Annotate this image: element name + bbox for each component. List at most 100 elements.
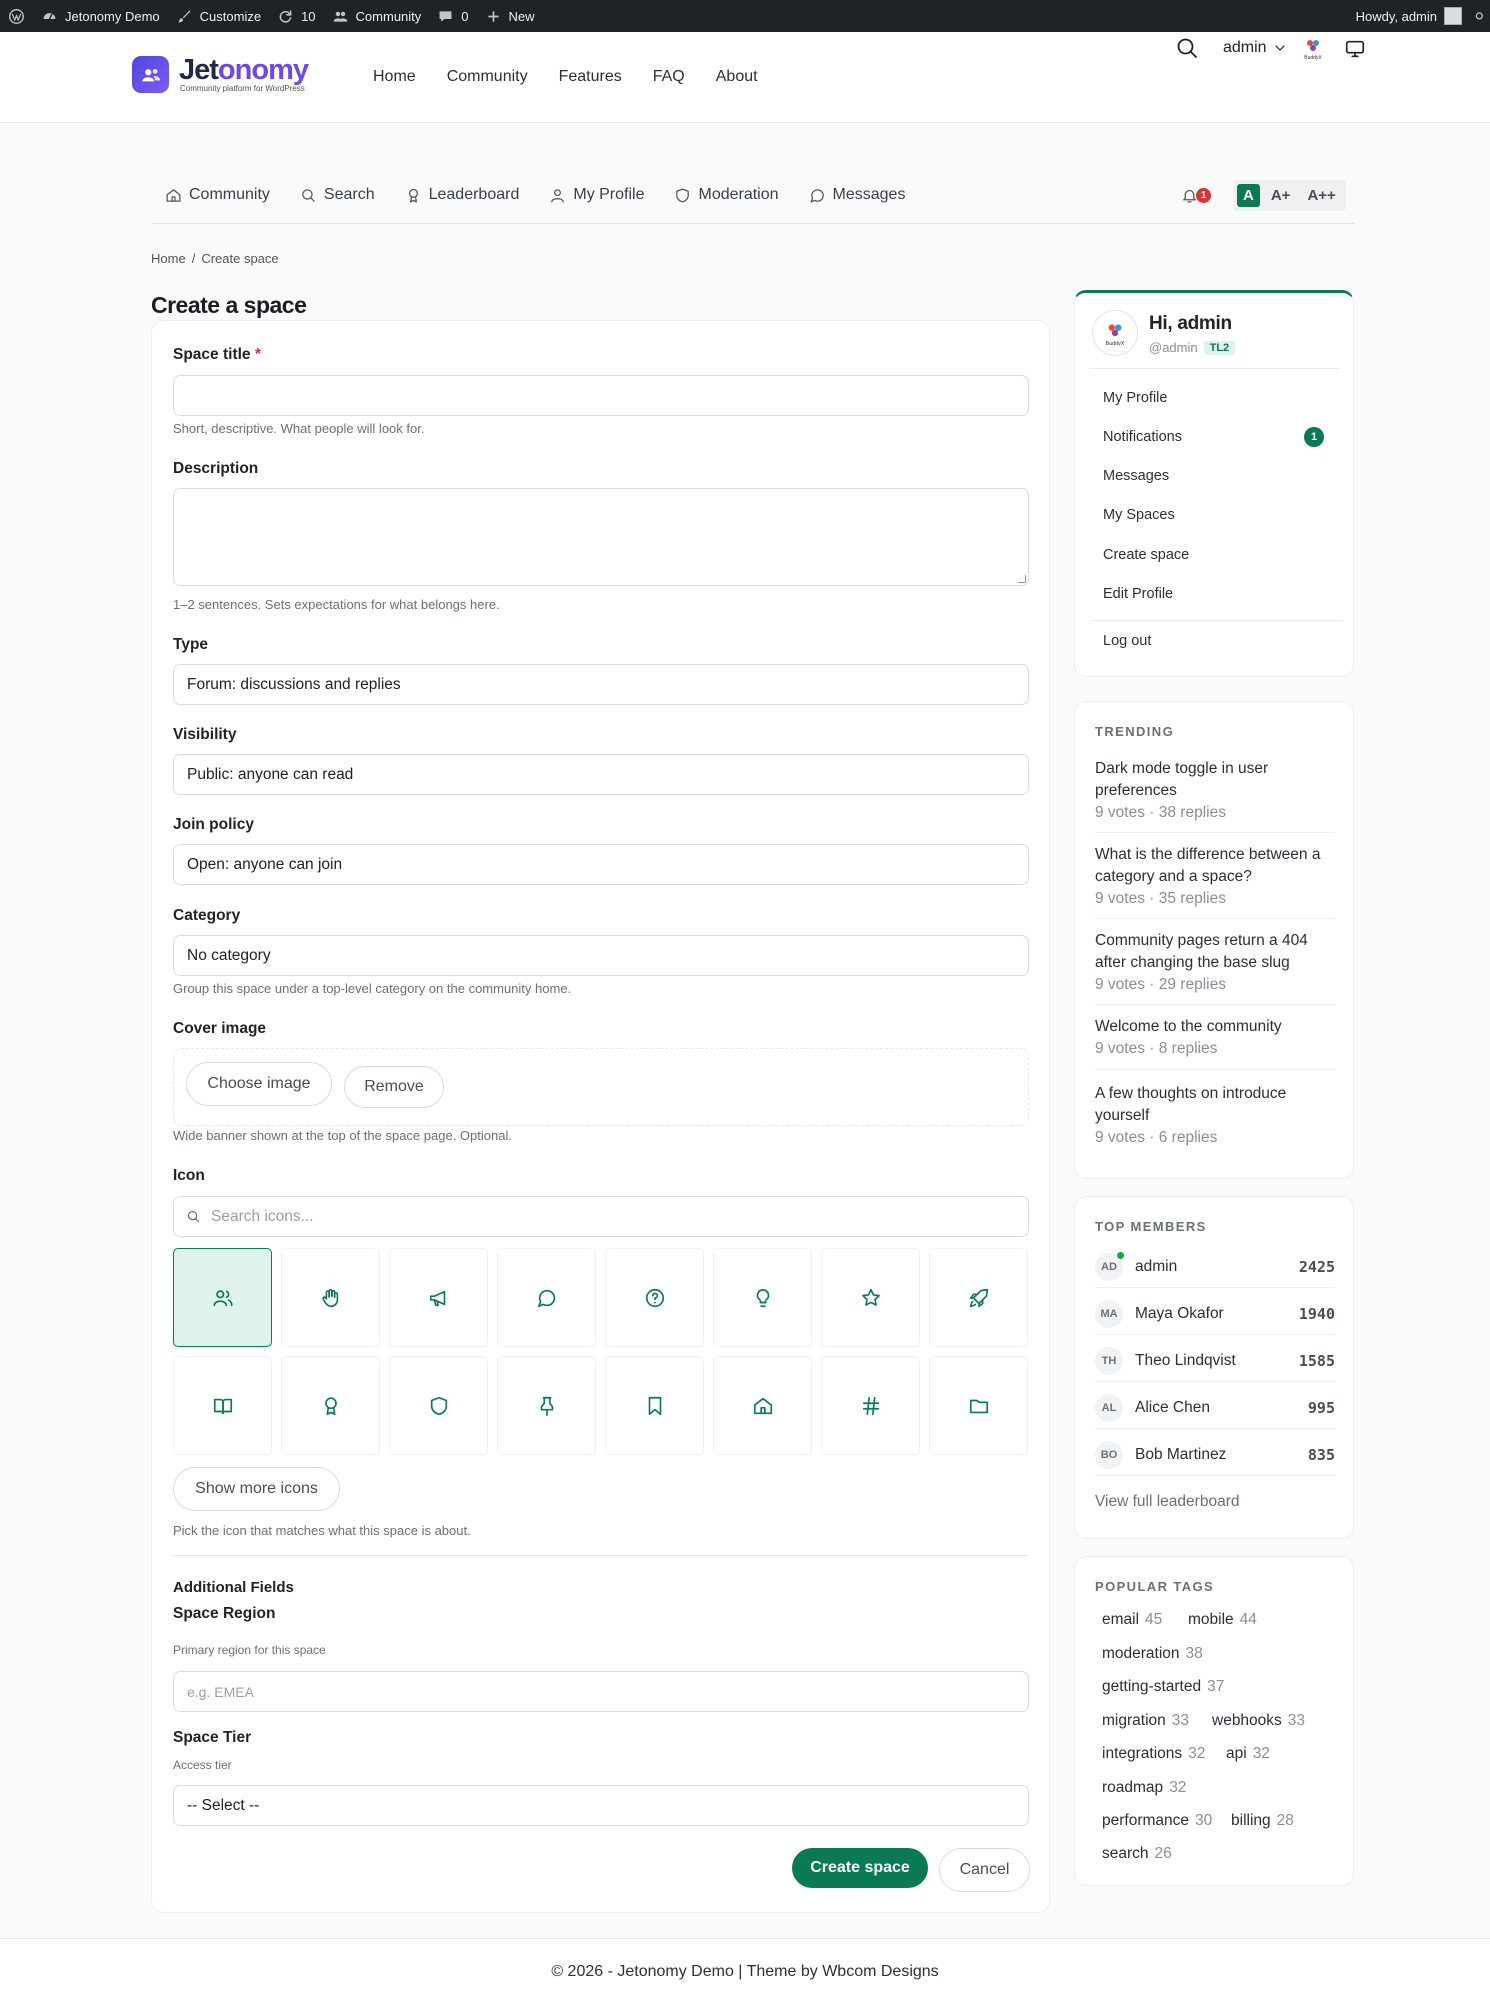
wordpress-logo-button[interactable] — [0, 0, 33, 32]
nav-about[interactable]: About — [716, 68, 758, 86]
cnav-moderation[interactable]: Moderation — [674, 186, 779, 204]
member-name[interactable]: Maya Okafor — [1135, 1305, 1224, 1323]
menu-edit-profile[interactable]: Edit Profile — [1103, 586, 1173, 602]
trending-item[interactable]: A few thoughts on introduce yourself 9 v… — [1095, 1083, 1335, 1147]
menu-log-out[interactable]: Log out — [1103, 633, 1151, 649]
member-name[interactable]: admin — [1135, 1258, 1177, 1276]
community-admin-button[interactable]: Community — [324, 0, 430, 32]
resize-handle[interactable] — [1018, 575, 1026, 583]
tag-chip[interactable]: getting-started 37 — [1095, 1674, 1232, 1700]
trending-item-title[interactable]: Dark mode toggle in user preferences — [1095, 758, 1335, 802]
trending-item-title[interactable]: A few thoughts on introduce yourself — [1095, 1083, 1335, 1127]
member-row[interactable]: MA Maya Okafor 1940 — [1095, 1295, 1335, 1332]
cnav-community[interactable]: Community — [165, 186, 270, 204]
menu-my-profile[interactable]: My Profile — [1103, 390, 1167, 406]
icon-option-book[interactable] — [173, 1356, 272, 1455]
header-avatar[interactable]: BuddyX — [1299, 34, 1327, 62]
choose-image-button[interactable]: Choose image — [186, 1062, 332, 1106]
member-row[interactable]: TH Theo Lindqvist 1585 — [1095, 1342, 1335, 1379]
my-account-menu[interactable]: Howdy, admin — [1348, 0, 1470, 32]
user-avatar[interactable]: BuddyX — [1092, 310, 1138, 356]
member-name[interactable]: Theo Lindqvist — [1135, 1352, 1236, 1370]
icon-option-hash[interactable] — [821, 1356, 920, 1455]
icon-option-star[interactable] — [821, 1248, 920, 1347]
type-select[interactable]: Forum: discussions and replies — [173, 664, 1029, 705]
header-display-button[interactable] — [1344, 38, 1366, 60]
header-user-menu[interactable]: admin — [1223, 39, 1288, 57]
trending-item[interactable]: Dark mode toggle in user preferences 9 v… — [1095, 758, 1335, 822]
description-textarea[interactable] — [173, 488, 1029, 586]
icon-option-rocket[interactable] — [929, 1248, 1028, 1347]
tag-chip[interactable]: email 45 — [1095, 1607, 1170, 1633]
tag-chip[interactable]: performance 30 — [1095, 1808, 1220, 1834]
tag-chip[interactable]: mobile 44 — [1181, 1607, 1264, 1633]
icon-option-shield[interactable] — [389, 1356, 488, 1455]
tag-chip[interactable]: billing 28 — [1224, 1808, 1301, 1834]
tag-chip[interactable]: integrations 32 — [1095, 1741, 1213, 1767]
space-title-input[interactable] — [173, 375, 1029, 416]
icon-option-chat[interactable] — [497, 1248, 596, 1347]
category-select[interactable]: No category — [173, 935, 1029, 976]
cancel-button[interactable]: Cancel — [939, 1848, 1030, 1892]
space-tier-select[interactable]: -- Select -- — [173, 1785, 1029, 1826]
cnav-leaderboard[interactable]: Leaderboard — [405, 186, 519, 204]
font-size-large[interactable]: A+ — [1265, 184, 1297, 207]
nav-community[interactable]: Community — [447, 68, 528, 86]
tag-chip[interactable]: moderation 38 — [1095, 1641, 1210, 1667]
icon-option-folder[interactable] — [929, 1356, 1028, 1455]
trending-item[interactable]: What is the difference between a categor… — [1095, 844, 1335, 908]
icon-option-home[interactable] — [713, 1356, 812, 1455]
trending-item-title[interactable]: What is the difference between a categor… — [1095, 844, 1335, 888]
create-space-button[interactable]: Create space — [792, 1848, 928, 1888]
trending-item-title[interactable]: Welcome to the community — [1095, 1016, 1335, 1038]
icon-search-input[interactable]: Search icons... — [173, 1196, 1029, 1237]
icon-option-users[interactable] — [173, 1248, 272, 1347]
customize-button[interactable]: Customize — [168, 0, 269, 32]
visibility-select[interactable]: Public: anyone can read — [173, 754, 1029, 795]
icon-option-award[interactable] — [281, 1356, 380, 1455]
member-row[interactable]: AL Alice Chen 995 — [1095, 1389, 1335, 1426]
space-region-input[interactable]: e.g. EMEA — [173, 1671, 1029, 1712]
font-size-xlarge[interactable]: A++ — [1301, 184, 1341, 207]
site-name-menu[interactable]: Jetonomy Demo — [33, 0, 168, 32]
nav-home[interactable]: Home — [373, 68, 416, 86]
tag-chip[interactable]: webhooks 33 — [1205, 1708, 1313, 1734]
nav-faq[interactable]: FAQ — [653, 68, 685, 86]
remove-image-button[interactable]: Remove — [344, 1066, 444, 1108]
icon-option-lightbulb[interactable] — [713, 1248, 812, 1347]
icon-option-megaphone[interactable] — [389, 1248, 488, 1347]
header-search-button[interactable] — [1175, 36, 1199, 60]
icon-option-hand[interactable] — [281, 1248, 380, 1347]
notifications-bell-button[interactable]: 1 — [1181, 187, 1211, 204]
icon-option-pin[interactable] — [497, 1356, 596, 1455]
show-more-icons-button[interactable]: Show more icons — [173, 1467, 340, 1511]
tag-chip[interactable]: api 32 — [1219, 1741, 1277, 1767]
icon-option-bookmark[interactable] — [605, 1356, 704, 1455]
new-content-button[interactable]: New — [477, 0, 543, 32]
menu-my-spaces[interactable]: My Spaces — [1103, 507, 1175, 523]
tag-chip[interactable]: migration 33 — [1095, 1708, 1196, 1734]
member-name[interactable]: Bob Martinez — [1135, 1446, 1226, 1464]
font-size-normal[interactable]: A — [1237, 184, 1260, 207]
nav-features[interactable]: Features — [559, 68, 622, 86]
menu-create-space[interactable]: Create space — [1103, 547, 1189, 563]
member-row[interactable]: AD admin 2425 — [1095, 1248, 1335, 1285]
member-row[interactable]: BO Bob Martinez 835 — [1095, 1436, 1335, 1473]
comments-button[interactable]: 0 — [429, 0, 476, 32]
cnav-messages[interactable]: Messages — [809, 186, 905, 204]
site-logo[interactable]: Jetonomy Community platform for WordPres… — [132, 56, 309, 93]
menu-messages[interactable]: Messages — [1103, 468, 1169, 484]
trending-item[interactable]: Community pages return a 404 after chang… — [1095, 930, 1335, 994]
trending-item[interactable]: Welcome to the community 9 votes · 8 rep… — [1095, 1016, 1335, 1058]
updates-button[interactable]: 10 — [269, 0, 323, 32]
tag-chip[interactable]: search 26 — [1095, 1841, 1179, 1867]
menu-notifications[interactable]: Notifications — [1103, 429, 1182, 445]
tag-chip[interactable]: roadmap 32 — [1095, 1775, 1194, 1801]
trending-item-title[interactable]: Community pages return a 404 after chang… — [1095, 930, 1335, 974]
breadcrumb-home[interactable]: Home — [151, 251, 186, 266]
view-leaderboard-link[interactable]: View full leaderboard — [1095, 1493, 1239, 1511]
member-name[interactable]: Alice Chen — [1135, 1399, 1210, 1417]
cnav-search[interactable]: Search — [300, 186, 375, 204]
join-policy-select[interactable]: Open: anyone can join — [173, 844, 1029, 885]
cnav-my-profile[interactable]: My Profile — [549, 186, 644, 204]
